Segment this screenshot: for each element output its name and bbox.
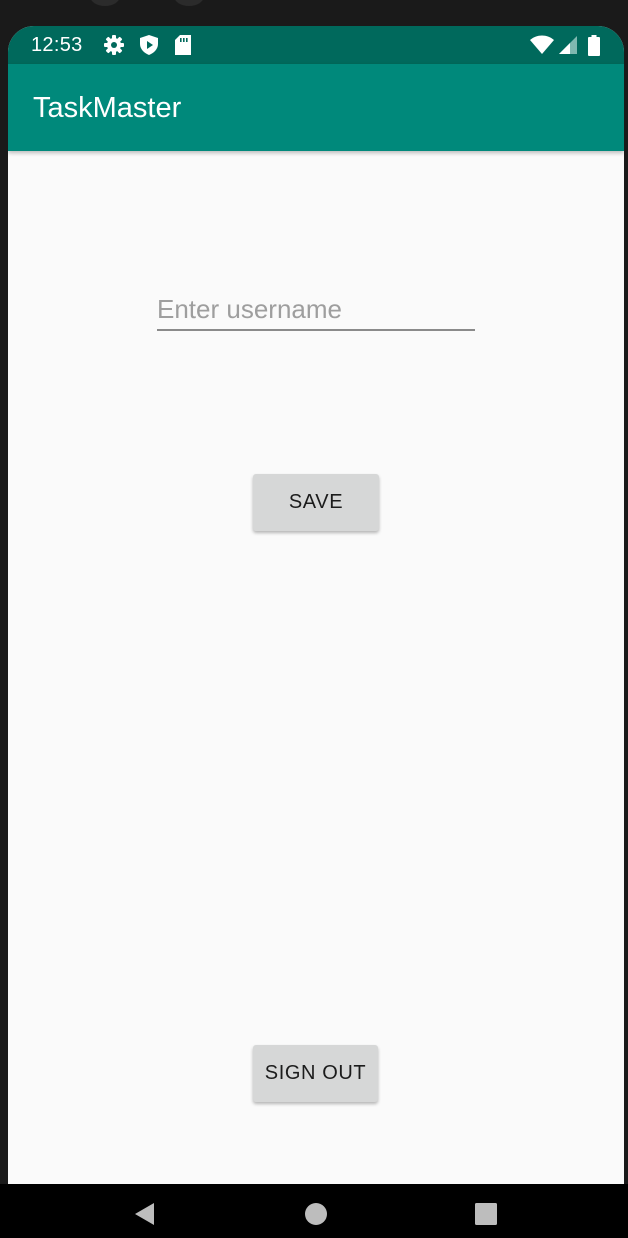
device-screen: 12:53 TaskMaster Enter username SAVE SIG… xyxy=(8,26,624,1184)
save-button[interactable]: SAVE xyxy=(253,474,379,531)
wifi-icon xyxy=(530,35,554,55)
status-bar: 12:53 xyxy=(8,26,624,64)
back-icon[interactable] xyxy=(125,1194,165,1234)
sensor-cutout xyxy=(174,0,204,6)
recents-icon[interactable] xyxy=(466,1194,506,1234)
username-field-wrapper xyxy=(157,289,475,331)
sd-card-icon xyxy=(175,35,191,55)
play-protect-icon xyxy=(139,35,159,55)
signal-icon xyxy=(558,35,577,55)
gear-icon xyxy=(104,35,124,55)
username-input[interactable] xyxy=(157,289,475,331)
home-icon[interactable] xyxy=(296,1194,336,1234)
device-bezel xyxy=(0,0,628,28)
battery-icon xyxy=(588,35,600,56)
app-bar: TaskMaster xyxy=(8,64,624,151)
status-time: 12:53 xyxy=(31,34,83,56)
sign-out-button[interactable]: SIGN OUT xyxy=(253,1045,378,1102)
navigation-bar xyxy=(0,1184,628,1238)
app-title: TaskMaster xyxy=(33,92,182,124)
camera-cutout xyxy=(90,0,120,6)
